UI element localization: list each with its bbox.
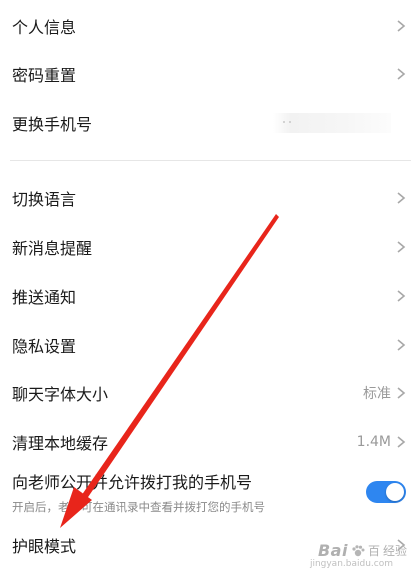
paw-icon xyxy=(352,544,365,556)
masked-phone-number xyxy=(273,113,391,133)
settings-item-share-phone: 向老师公开并允许拨打我的手机号 xyxy=(0,466,411,496)
chevron-right-icon xyxy=(395,386,407,400)
settings-item-change-phone[interactable]: 更换手机号 xyxy=(0,107,411,139)
settings-item-label: 切换语言 xyxy=(12,190,77,209)
settings-item-push-notification[interactable]: 推送通知 xyxy=(0,280,411,312)
watermark-brand: Bai xyxy=(317,541,348,560)
chevron-right-icon xyxy=(395,19,407,33)
settings-screen: 个人信息 密码重置 更换手机号 切换语言 新消息提醒 推送通知 隐私设置 聊天字… xyxy=(0,0,411,579)
chevron-right-icon xyxy=(395,240,407,254)
settings-item-label: 清理本地缓存 xyxy=(12,434,109,453)
settings-item-label: 新消息提醒 xyxy=(12,239,93,258)
settings-item-label: 个人信息 xyxy=(12,18,77,37)
chevron-right-icon xyxy=(395,338,407,352)
font-size-value: 标准 xyxy=(363,386,391,402)
settings-item-personal-info[interactable]: 个人信息 xyxy=(0,10,411,42)
settings-item-chat-font-size[interactable]: 聊天字体大小 标准 xyxy=(0,377,411,409)
settings-item-label: 密码重置 xyxy=(12,66,77,85)
settings-item-password-reset[interactable]: 密码重置 xyxy=(0,58,411,90)
watermark-url: jingyan.baidu.com xyxy=(309,559,393,569)
watermark-suffix: 百 xyxy=(367,544,380,558)
chevron-right-icon xyxy=(395,289,407,303)
cache-size-value: 1.4M xyxy=(356,434,391,450)
chevron-right-icon xyxy=(395,435,407,449)
share-phone-toggle[interactable] xyxy=(366,481,406,503)
share-phone-description: 开启后，老师可在通讯录中查看并拨打您的手机号 xyxy=(12,500,265,514)
settings-item-new-message-alert[interactable]: 新消息提醒 xyxy=(0,231,411,263)
section-divider xyxy=(10,160,411,161)
settings-item-clear-cache[interactable]: 清理本地缓存 1.4M xyxy=(0,426,411,458)
chevron-right-icon xyxy=(395,67,407,81)
settings-item-privacy[interactable]: 隐私设置 xyxy=(0,329,411,361)
settings-item-label: 向老师公开并允许拨打我的手机号 xyxy=(12,473,253,492)
settings-item-label: 更换手机号 xyxy=(12,115,93,134)
chevron-right-icon xyxy=(395,191,407,205)
settings-item-language[interactable]: 切换语言 xyxy=(0,182,411,214)
settings-item-label: 隐私设置 xyxy=(12,337,77,356)
toggle-knob xyxy=(386,483,404,501)
baidu-watermark: Bai 百 经验 jingyan.baidu.com xyxy=(310,541,407,569)
settings-item-label: 聊天字体大小 xyxy=(12,385,109,404)
settings-item-label: 护眼模式 xyxy=(12,537,77,556)
settings-item-label: 推送通知 xyxy=(12,288,77,307)
watermark-cn: 经验 xyxy=(382,544,407,558)
